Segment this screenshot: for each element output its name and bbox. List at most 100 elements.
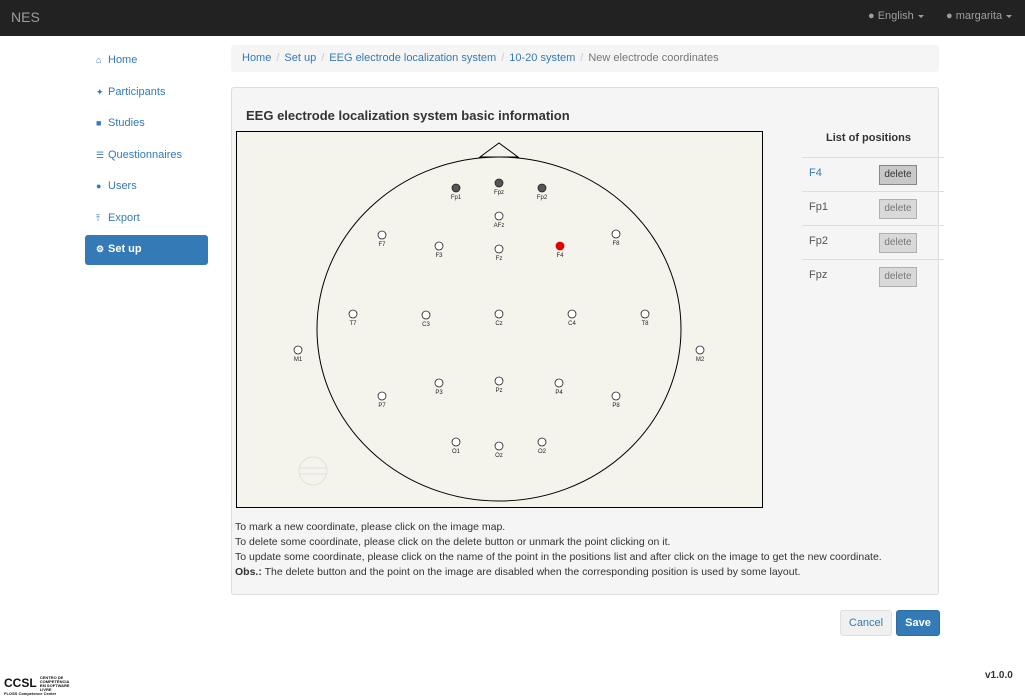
- electrode-label: F3: [435, 253, 443, 259]
- sidebar-item-users[interactable]: ● Users: [85, 171, 208, 203]
- electrode-f8[interactable]: F8: [611, 229, 621, 247]
- electrode-dot[interactable]: [494, 178, 504, 188]
- electrode-dot[interactable]: [494, 441, 504, 451]
- electrode-label: F7: [378, 242, 386, 248]
- breadcrumb: Home / Set up / EEG electrode localization s…: [231, 45, 939, 72]
- electrode-cz[interactable]: Cz: [494, 309, 504, 327]
- delete-button[interactable]: delete: [879, 233, 917, 253]
- sidebar-item-studies[interactable]: ■ Studies: [85, 108, 208, 140]
- delete-button[interactable]: delete: [879, 267, 917, 287]
- sidebar-item-questionnaires[interactable]: ☰ Questionnaires: [85, 140, 208, 172]
- electrode-t7[interactable]: T7: [348, 309, 358, 327]
- breadcrumb-eeg-localization[interactable]: EEG electrode localization system: [329, 52, 496, 64]
- electrode-dot[interactable]: [451, 437, 461, 447]
- electrode-m2[interactable]: M2: [695, 345, 705, 363]
- breadcrumb-setup[interactable]: Set up: [284, 52, 316, 64]
- electrode-o2[interactable]: O2: [537, 437, 547, 455]
- position-name-link[interactable]: Fpz: [809, 269, 827, 281]
- electrode-label: P8: [612, 403, 620, 409]
- electrode-label: T7: [349, 321, 357, 327]
- electrode-label: Fpz: [494, 190, 504, 196]
- breadcrumb-separator: /: [501, 52, 505, 64]
- logo-small-text: CENTRO DE COMPETÊNCIA EM SOFTWARE LIVRE: [39, 675, 70, 692]
- electrode-f3[interactable]: F3: [434, 241, 444, 259]
- info-panel: EEG electrode localization system basic …: [231, 87, 944, 595]
- electrode-fz[interactable]: Fz: [494, 244, 504, 262]
- electrode-label: P4: [555, 390, 563, 396]
- sidebar-item-participants[interactable]: ✦ Participants: [85, 77, 208, 109]
- electrode-dot[interactable]: [611, 229, 621, 239]
- language-label: English: [877, 10, 914, 22]
- electrode-dot[interactable]: [434, 378, 444, 388]
- user-icon: ●: [946, 10, 953, 22]
- cancel-button[interactable]: Cancel: [840, 610, 892, 636]
- electrode-dot[interactable]: [537, 437, 547, 447]
- electrode-afz[interactable]: AFz: [494, 211, 505, 229]
- delete-button[interactable]: delete: [879, 199, 917, 219]
- electrode-dot[interactable]: [494, 211, 504, 221]
- sidebar-item-label: Export: [108, 211, 140, 224]
- electrode-dot[interactable]: [537, 183, 547, 193]
- position-name-link[interactable]: Fp1: [809, 201, 828, 213]
- electrode-m1[interactable]: M1: [293, 345, 303, 363]
- electrode-dot[interactable]: [554, 378, 564, 388]
- home-icon: ⌂: [96, 55, 102, 65]
- delete-button[interactable]: delete: [879, 165, 917, 185]
- electrode-pz[interactable]: Pz: [494, 376, 504, 394]
- electrode-dot[interactable]: [494, 376, 504, 386]
- electrode-dot[interactable]: [611, 391, 621, 401]
- electrode-t8[interactable]: T8: [640, 309, 650, 327]
- electrode-o1[interactable]: O1: [451, 437, 461, 455]
- electrode-dot[interactable]: [451, 183, 461, 193]
- breadcrumb-separator: /: [580, 52, 584, 64]
- electrode-f4[interactable]: F4: [555, 241, 565, 259]
- electrode-c4[interactable]: C4: [567, 309, 577, 327]
- electrode-dot[interactable]: [377, 230, 387, 240]
- sidebar-item-setup[interactable]: ⚙ Set up: [85, 235, 208, 265]
- electrode-p7[interactable]: P7: [377, 391, 387, 409]
- electrode-dot[interactable]: [640, 309, 650, 319]
- ccsl-logo: CCSL CENTRO DE COMPETÊNCIA EM SOFTWARE L…: [4, 676, 74, 692]
- sidebar-item-home[interactable]: ⌂ Home: [85, 45, 208, 77]
- electrode-dot[interactable]: [348, 309, 358, 319]
- language-dropdown[interactable]: ● English: [868, 10, 924, 22]
- electrode-label: C3: [422, 322, 430, 328]
- electrode-dot[interactable]: [421, 310, 431, 320]
- globe-icon: ●: [868, 10, 875, 22]
- position-row: Fp1 delete: [802, 191, 944, 225]
- electrode-dot[interactable]: [555, 241, 565, 251]
- user-dropdown[interactable]: ● margarita: [946, 10, 1013, 22]
- electrode-dot[interactable]: [567, 309, 577, 319]
- electrode-oz[interactable]: Oz: [494, 441, 504, 459]
- electrode-image-map[interactable]: Fp1 Fpz Fp2 AFz F7 F3 Fz F4 F8 T7 C3 Cz C4 T8 M1 M2 P7 P3…: [236, 131, 763, 508]
- breadcrumb-10-20-system[interactable]: 10-20 system: [509, 52, 575, 64]
- electrode-label: Pz: [495, 388, 502, 394]
- obs-text: The delete button and the point on the i…: [261, 566, 801, 578]
- breadcrumb-home[interactable]: Home: [242, 52, 271, 64]
- electrode-p8[interactable]: P8: [611, 391, 621, 409]
- position-name-link[interactable]: F4: [809, 167, 822, 179]
- electrode-dot[interactable]: [293, 345, 303, 355]
- electrode-c3[interactable]: C3: [421, 310, 431, 328]
- watermark-logo: [298, 456, 328, 486]
- position-name-link[interactable]: Fp2: [809, 235, 828, 247]
- electrode-dot[interactable]: [434, 241, 444, 251]
- electrode-dot[interactable]: [377, 391, 387, 401]
- brand-link[interactable]: NES: [11, 9, 40, 25]
- electrode-fp2[interactable]: Fp2: [537, 183, 548, 201]
- electrode-fpz[interactable]: Fpz: [494, 178, 504, 196]
- electrode-label: Cz: [495, 321, 502, 327]
- electrode-fp1[interactable]: Fp1: [451, 183, 462, 201]
- electrode-f7[interactable]: F7: [377, 230, 387, 248]
- breadcrumb-separator: /: [276, 52, 280, 64]
- save-button[interactable]: Save: [896, 610, 940, 636]
- electrode-dot[interactable]: [695, 345, 705, 355]
- electrode-label: M1: [294, 357, 303, 363]
- sidebar: ⌂ Home ✦ Participants ■ Studies ☰ Questionna…: [85, 45, 208, 265]
- electrode-dot[interactable]: [494, 309, 504, 319]
- electrode-dot[interactable]: [494, 244, 504, 254]
- electrode-p4[interactable]: P4: [554, 378, 564, 396]
- sidebar-item-export[interactable]: ⤒ Export: [85, 203, 208, 235]
- user-icon: ●: [96, 181, 102, 191]
- electrode-p3[interactable]: P3: [434, 378, 444, 396]
